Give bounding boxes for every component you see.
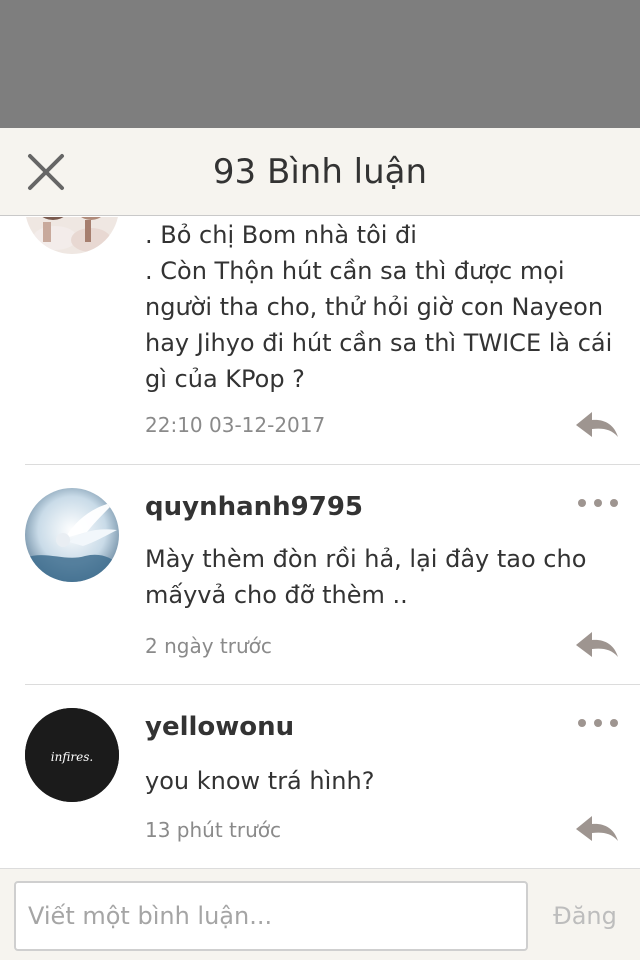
comment-timestamp: 2 ngày trước [145, 634, 272, 658]
comment-item: . Bỏ chị Bom nhà tôi đi . Còn Thộn hút c… [0, 217, 640, 464]
post-button[interactable]: Đăng [540, 881, 630, 951]
avatar-image: infires. [25, 708, 119, 802]
reply-arrow-icon [576, 632, 618, 657]
comment-text-line: you know trá hình? [145, 767, 375, 795]
comment-text-line: . Còn Thộn hút cần sa thì được mọi người… [145, 257, 613, 393]
avatar-logo-text: infires. [51, 750, 93, 764]
reply-arrow-icon [576, 816, 618, 841]
comment-item: quynhanh9795 Mày thèm đòn rồi hả, lại đâ… [0, 465, 640, 684]
page-title: 93 Bình luận [0, 148, 640, 196]
avatar[interactable]: infires. [25, 708, 119, 802]
avatar-image [25, 488, 119, 582]
comment-timestamp: 13 phút trước [145, 818, 282, 842]
more-dots-icon [578, 499, 618, 507]
comment-body: Mày thèm đòn rồi hả, lại đây tao cho mấy… [145, 541, 615, 613]
reply-button[interactable] [574, 409, 620, 439]
close-icon [28, 154, 64, 190]
reply-button[interactable] [574, 813, 620, 843]
more-dots-icon [578, 719, 618, 727]
more-options-button[interactable] [576, 713, 620, 733]
avatar[interactable] [25, 488, 119, 582]
comment-text-line: Mày thèm đòn rồi hả, lại đây tao cho mấy… [145, 545, 587, 609]
comment-body: . Bỏ chị Bom nhà tôi đi . Còn Thộn hút c… [145, 217, 615, 397]
comment-timestamp: 22:10 03-12-2017 [145, 413, 326, 437]
close-button[interactable] [18, 144, 74, 200]
comment-username[interactable]: yellowonu [145, 709, 294, 745]
comment-username[interactable]: quynhanh9795 [145, 489, 363, 525]
reply-button[interactable] [574, 629, 620, 659]
comment-composer: Đăng [0, 868, 640, 960]
avatar-image [25, 217, 119, 254]
more-options-button[interactable] [576, 493, 620, 513]
comments-header: 93 Bình luận [0, 128, 640, 216]
comment-text-line: . Bỏ chị Bom nhà tôi đi [145, 221, 417, 249]
reply-arrow-icon [576, 412, 618, 437]
comment-body: you know trá hình? [145, 763, 615, 799]
comment-input[interactable] [14, 881, 528, 951]
page-title-text: 93 Bình luận [212, 152, 428, 192]
modal-backdrop[interactable] [0, 0, 640, 128]
comment-item: infires. yellowonu you know trá hình? 13… [0, 685, 640, 867]
avatar[interactable] [25, 217, 119, 254]
comment-list[interactable]: . Bỏ chị Bom nhà tôi đi . Còn Thộn hút c… [0, 217, 640, 867]
